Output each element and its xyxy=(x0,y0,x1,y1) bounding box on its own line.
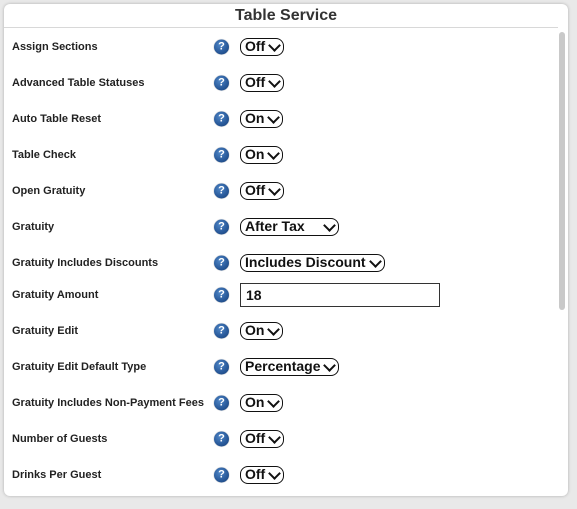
setting-label: Gratuity xyxy=(12,221,55,233)
setting-label: Gratuity Amount xyxy=(12,289,99,301)
gratuity-includes-discounts-select[interactable]: Includes Discount xyxy=(240,254,385,272)
setting-row-open-gratuity: Open Gratuity ? Off xyxy=(4,177,544,205)
chevron-down-icon xyxy=(268,431,282,444)
help-icon[interactable]: ? xyxy=(214,359,229,375)
help-icon[interactable]: ? xyxy=(214,287,229,303)
setting-label: Table Check xyxy=(12,149,76,161)
setting-row-assign-sections: Assign Sections ? Off xyxy=(4,33,544,61)
chevron-down-icon xyxy=(268,75,282,88)
chevron-down-icon xyxy=(323,219,336,232)
setting-label: Advanced Table Statuses xyxy=(12,77,145,89)
chevron-down-icon xyxy=(267,395,281,408)
gratuity-edit-select[interactable]: On xyxy=(240,322,284,340)
chevron-down-icon xyxy=(267,323,281,336)
help-icon[interactable]: ? xyxy=(214,395,229,411)
setting-label: Drinks Per Guest xyxy=(12,469,102,481)
drinks-per-guest-select[interactable]: Off xyxy=(240,466,285,484)
setting-row-gratuity-includes-non-payment-fees: Gratuity Includes Non-Payment Fees ? On xyxy=(4,389,544,417)
advanced-table-statuses-select[interactable]: Off xyxy=(240,74,285,92)
help-icon[interactable]: ? xyxy=(214,431,229,447)
section-title: Table Service xyxy=(235,7,337,24)
help-icon[interactable]: ? xyxy=(214,467,229,483)
gratuity-includes-non-payment-fees-select[interactable]: On xyxy=(240,394,284,412)
table-check-select[interactable]: On xyxy=(240,146,284,164)
setting-row-number-of-guests: Number of Guests ? Off xyxy=(4,425,544,453)
help-icon[interactable]: ? xyxy=(214,183,229,199)
chevron-down-icon xyxy=(267,111,281,124)
assign-sections-select[interactable]: Off xyxy=(240,38,285,56)
chevron-down-icon xyxy=(323,359,337,372)
help-icon[interactable]: ? xyxy=(214,111,229,127)
chevron-down-icon xyxy=(268,183,282,196)
setting-label: Gratuity Edit xyxy=(12,325,79,337)
setting-row-table-check: Table Check ? On xyxy=(4,141,544,169)
setting-row-drinks-per-guest: Drinks Per Guest ? Off xyxy=(4,461,544,489)
setting-label: Open Gratuity xyxy=(12,185,86,197)
open-gratuity-select[interactable]: Off xyxy=(240,182,285,200)
help-icon[interactable]: ? xyxy=(214,323,229,339)
help-icon[interactable]: ? xyxy=(214,255,229,271)
setting-row-gratuity-amount: Gratuity Amount ? 18 xyxy=(4,280,544,310)
setting-label: Gratuity Edit Default Type xyxy=(12,361,147,373)
gratuity-select[interactable]: After Tax xyxy=(240,218,339,236)
setting-row-advanced-table-statuses: Advanced Table Statuses ? Off xyxy=(4,69,544,97)
help-icon[interactable]: ? xyxy=(214,75,229,91)
setting-row-gratuity-includes-discounts: Gratuity Includes Discounts ? Includes D… xyxy=(4,249,544,277)
setting-label: Gratuity Includes Discounts xyxy=(12,257,159,269)
number-of-guests-select[interactable]: Off xyxy=(240,430,285,448)
setting-row-gratuity-edit-default-type: Gratuity Edit Default Type ? Percentage xyxy=(4,353,544,381)
vertical-scrollbar[interactable] xyxy=(558,30,566,496)
setting-label: Auto Table Reset xyxy=(12,113,102,125)
setting-row-gratuity-edit: Gratuity Edit ? On xyxy=(4,317,544,345)
title-divider xyxy=(4,27,558,28)
scrollbar-thumb[interactable] xyxy=(559,32,565,310)
chevron-down-icon xyxy=(368,255,382,268)
setting-row-gratuity: Gratuity ? After Tax xyxy=(4,213,544,241)
setting-label: Number of Guests xyxy=(12,433,108,445)
setting-label: Gratuity Includes Non-Payment Fees xyxy=(12,397,204,409)
setting-row-auto-table-reset: Auto Table Reset ? On xyxy=(4,105,544,133)
help-icon[interactable]: ? xyxy=(214,147,229,163)
table-service-panel: Table Service Assign Sections ? Off Adva… xyxy=(4,4,568,496)
help-icon[interactable]: ? xyxy=(214,219,229,235)
chevron-down-icon xyxy=(268,39,282,52)
chevron-down-icon xyxy=(267,147,281,160)
gratuity-amount-input[interactable]: 18 xyxy=(240,283,440,307)
gratuity-edit-default-type-select[interactable]: Percentage xyxy=(240,358,340,376)
setting-label: Assign Sections xyxy=(12,41,98,53)
chevron-down-icon xyxy=(268,467,282,480)
help-icon[interactable]: ? xyxy=(214,39,229,55)
auto-table-reset-select[interactable]: On xyxy=(240,110,284,128)
